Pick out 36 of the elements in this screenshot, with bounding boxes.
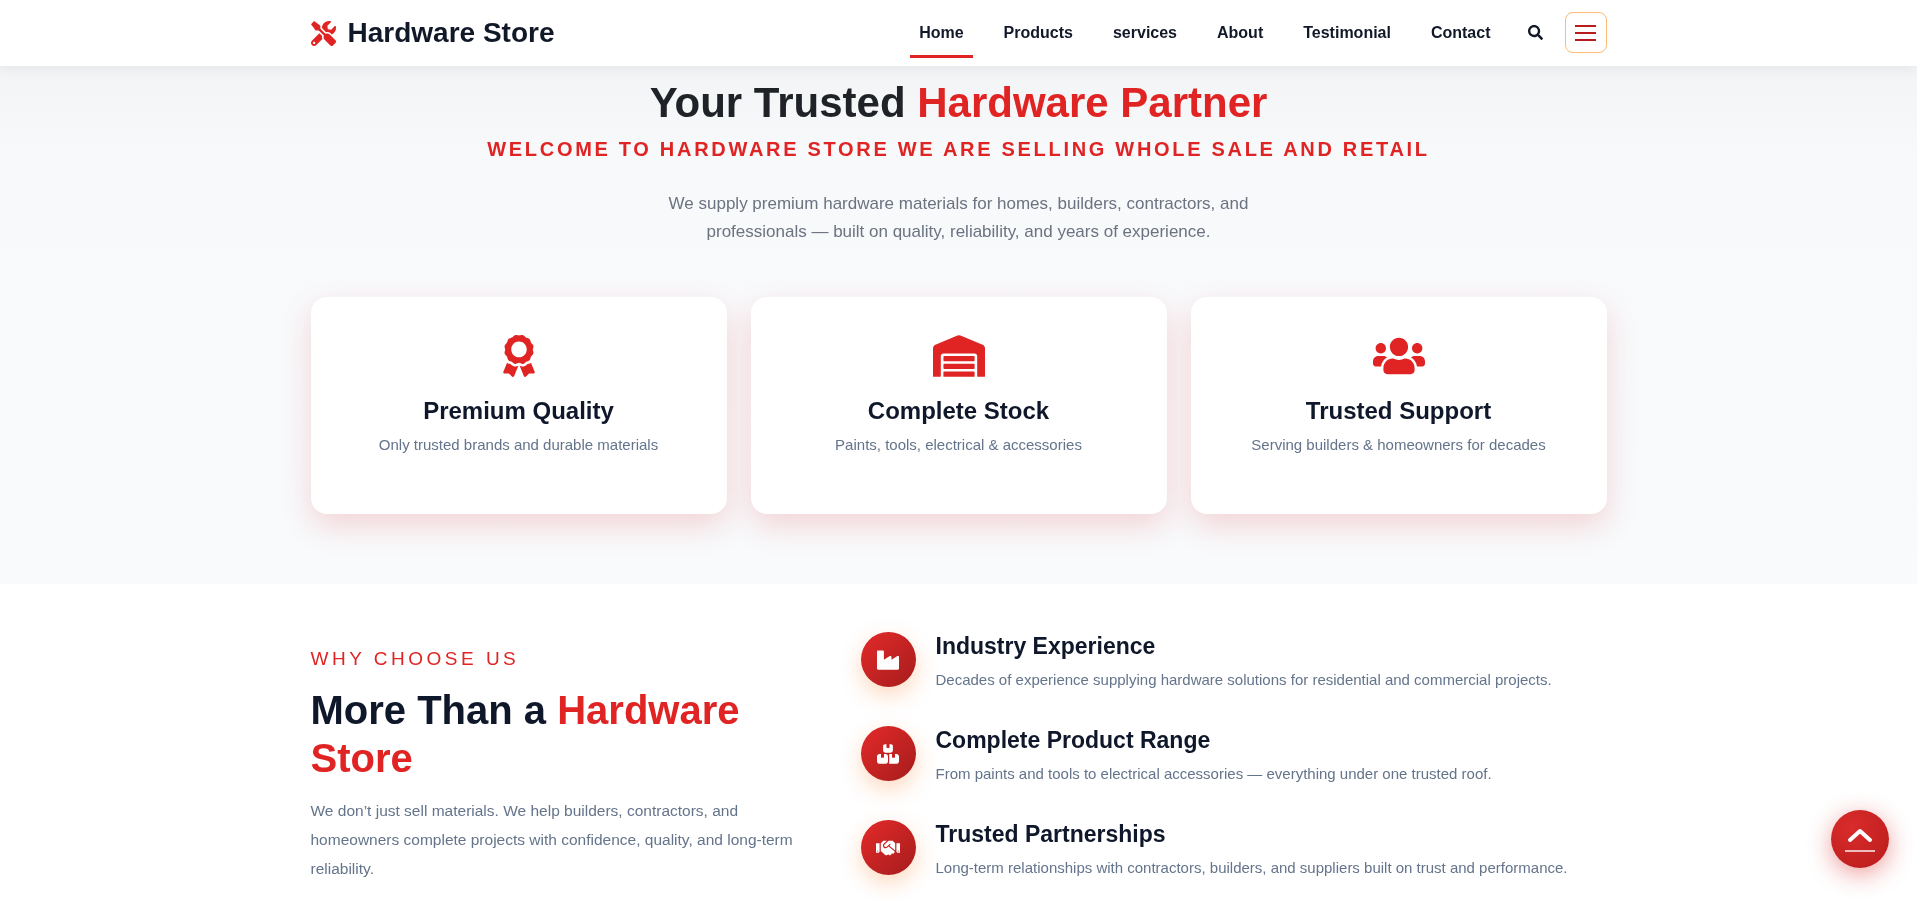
hero-subtitle: WELCOME TO HARDWARE STORE WE ARE SELLING WHOLE SALE AND RETAIL (486, 137, 1431, 161)
feature-title: Trusted Partnerships (935, 820, 1167, 848)
hero-title: Your Trusted Hardware Partner (648, 78, 1269, 128)
nav-link[interactable]: Home (910, 0, 973, 58)
nav-link[interactable]: Contact (1421, 0, 1500, 58)
menu-icon (1575, 24, 1596, 41)
award-ribbon-icon (502, 335, 535, 377)
wrench-screwdriver-icon (310, 20, 336, 46)
people-icon (1372, 335, 1425, 377)
brand-name[interactable]: Hardware Store (347, 16, 555, 50)
section-heading: More Than a Hardware Store (310, 687, 741, 782)
card-description: Only trusted brands and durable materials (378, 435, 659, 455)
factory-icon (860, 632, 916, 687)
card-description: Serving builders & homeowners for decades (1251, 435, 1546, 455)
nav-link[interactable]: Testimonial (1294, 0, 1400, 58)
section-eyebrow: WHY CHOOSE US (310, 647, 521, 670)
card-title: Trusted Support (1305, 396, 1492, 425)
card-title: Complete Stock (867, 396, 1050, 425)
card-description: Paints, tools, electrical & accessories (835, 435, 1082, 455)
warehouse-icon (932, 335, 985, 377)
handshake-icon (860, 820, 916, 875)
feature-description: Long-term relationships with contractors, builders, and suppliers built on trust and performance. (935, 858, 1568, 878)
boxes-icon (860, 726, 916, 781)
section-description: We don’t just sell materials. We help builders, contractors, and homeowners complete projects with confidence, quality, and long-term reliability. (310, 801, 794, 879)
search-icon[interactable] (1527, 25, 1543, 40)
menu-button[interactable] (1564, 12, 1607, 53)
feature-description: From paints and tools to electrical accessories — everything under one trusted roof. (935, 764, 1492, 784)
feature-description: Decades of experience supplying hardware solutions for residential and commercial projects. (935, 670, 1552, 690)
nav-link[interactable]: Products (994, 0, 1082, 58)
chevron-up-icon (1845, 826, 1875, 852)
card-title: Premium Quality (423, 396, 614, 425)
nav-link[interactable]: services (1103, 0, 1186, 58)
feature-title: Industry Experience (935, 632, 1157, 660)
feature-title: Complete Product Range (935, 726, 1212, 754)
nav-link[interactable]: About (1208, 0, 1273, 58)
hero-description: We supply premium hardware materials for homes, builders, contractors, and professionals — built on quality, reliability, and years of experience. (667, 193, 1250, 243)
